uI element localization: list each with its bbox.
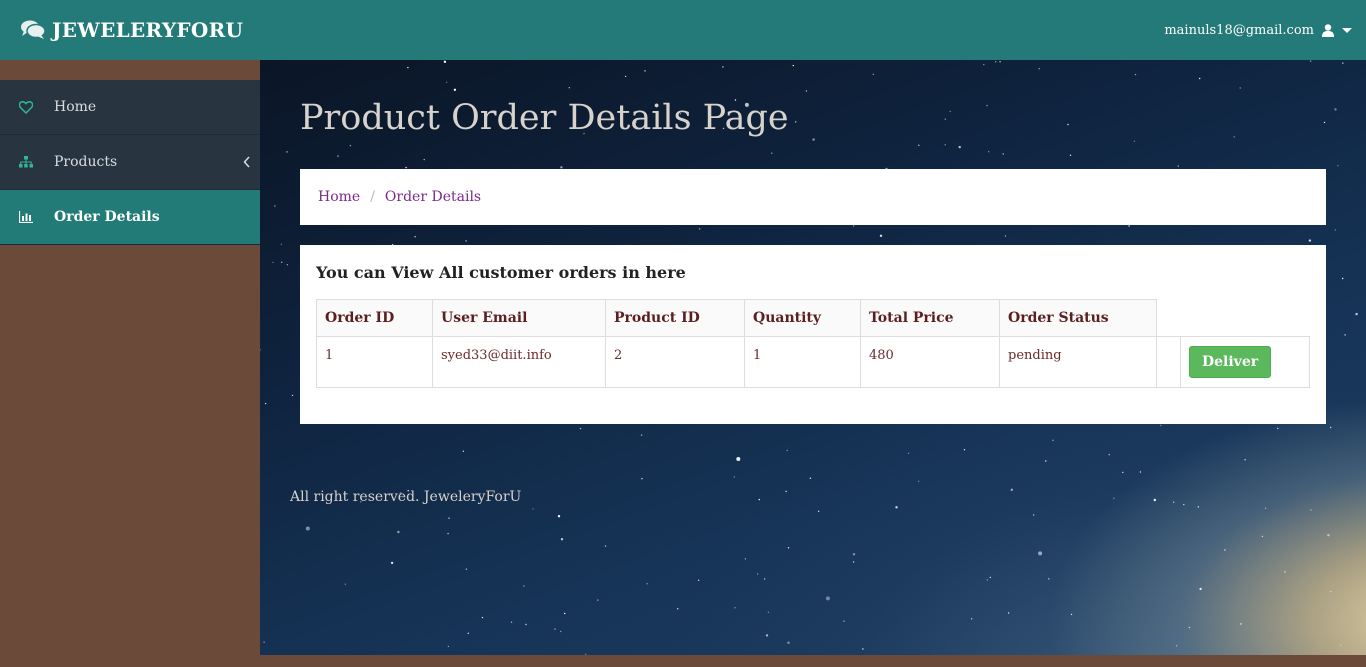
spacer-cell (1156, 336, 1181, 388)
user-email-cell: syed33@diit.info (432, 336, 606, 388)
column-header: Quantity (744, 299, 861, 337)
orders-table: Order ID User Email Product ID Quantity … (316, 299, 1310, 388)
column-header-action (1181, 300, 1310, 337)
bar-chart-icon (18, 209, 34, 225)
sidebar-item-order-details[interactable]: Order Details (0, 190, 260, 245)
panel-heading: You can View All customer orders in here (316, 263, 686, 282)
quantity-cell: 1 (744, 336, 861, 388)
sitemap-icon (18, 154, 34, 170)
sidebar-item-label: Products (54, 154, 118, 170)
table-header-row: Order ID User Email Product ID Quantity … (316, 299, 1310, 337)
brand[interactable]: JEWELERYFORU (20, 18, 243, 42)
column-header: Order ID (316, 299, 433, 337)
breadcrumb-current[interactable]: Order Details (385, 189, 481, 205)
breadcrumb: Home / Order Details (300, 169, 1326, 225)
user-menu[interactable]: mainuls18@gmail.com (1164, 23, 1352, 38)
breadcrumb-separator: / (370, 189, 375, 205)
total-price-cell: 480 (860, 336, 1000, 388)
sidebar: Home Products Order Details (0, 80, 260, 245)
action-cell: Deliver (1180, 336, 1310, 388)
product-id-cell: 2 (605, 336, 745, 388)
bottom-strip (0, 655, 1366, 667)
page-title: Product Order Details Page (300, 98, 789, 138)
deliver-button[interactable]: Deliver (1189, 346, 1272, 378)
order-status-cell: pending (999, 336, 1157, 388)
sidebar-item-home[interactable]: Home (0, 80, 260, 135)
top-navbar: JEWELERYFORU mainuls18@gmail.com (0, 0, 1366, 60)
chevron-down-icon (1342, 27, 1352, 33)
column-header-spacer (1157, 300, 1181, 337)
chevron-left-icon (243, 156, 250, 168)
sidebar-item-label: Order Details (54, 209, 160, 225)
column-header: Order Status (999, 299, 1157, 337)
heart-icon (18, 99, 34, 115)
sidebar-item-label: Home (54, 99, 97, 115)
user-icon (1322, 23, 1334, 37)
table-row: 1 syed33@diit.info 2 1 480 pending Deliv… (316, 336, 1310, 388)
column-header: User Email (432, 299, 606, 337)
orders-panel: You can View All customer orders in here… (300, 245, 1326, 424)
user-email: mainuls18@gmail.com (1164, 22, 1314, 38)
breadcrumb-home-link[interactable]: Home (318, 189, 360, 205)
brand-name: JEWELERYFORU (52, 18, 244, 42)
main-content: Product Order Details Page Home / Order … (260, 60, 1366, 655)
sidebar-item-products[interactable]: Products (0, 135, 260, 190)
column-header: Product ID (605, 299, 745, 337)
order-id-cell: 1 (316, 336, 433, 388)
column-header: Total Price (860, 299, 1000, 337)
comments-icon (21, 20, 46, 39)
footer-text: All right reserved. JeweleryForU (290, 489, 522, 505)
